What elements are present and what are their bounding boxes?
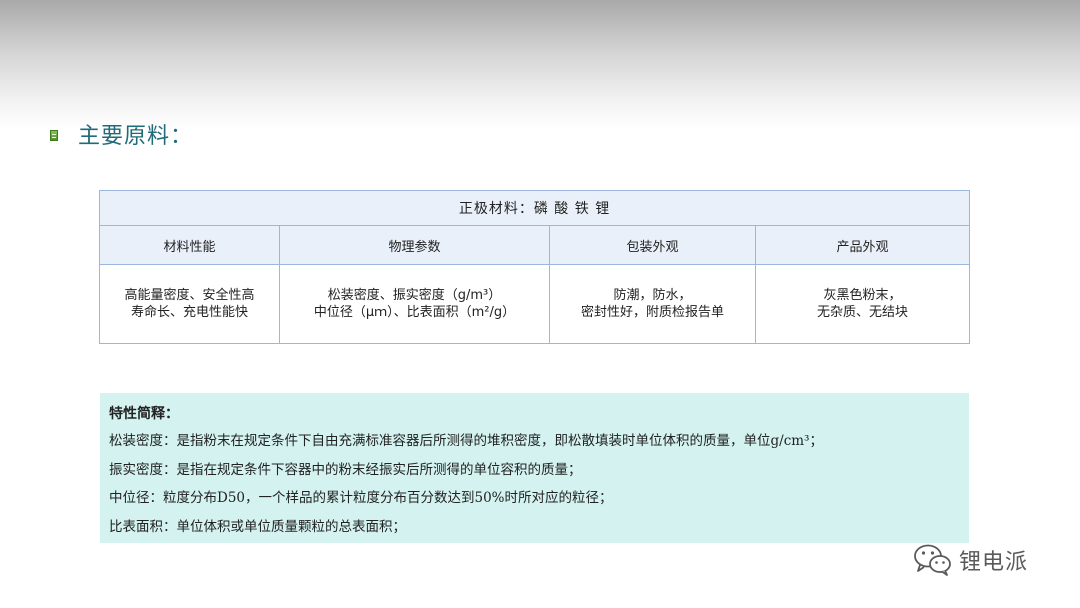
table-title-row: 正极材料：磷 酸 铁 锂 [98, 190, 971, 226]
cell-line: 防潮，防水， [613, 288, 692, 303]
cell-performance: 高能量密度、安全性高 寿命长、充电性能快 [99, 264, 280, 344]
table-header-row: 材料性能 物理参数 包装外观 产品外观 [99, 225, 971, 265]
column-header-performance: 材料性能 [99, 225, 280, 265]
cell-physical-params: 松装密度、振实密度（g/m³） 中位径（μｍ）、比表面积（m²/g） [279, 264, 550, 344]
material-spec-table: 正极材料：磷 酸 铁 锂 材料性能 物理参数 包装外观 产品外观 高能量密度、安… [98, 190, 971, 344]
column-header-appearance: 产品外观 [754, 225, 971, 265]
cell-line: 密封性好，附质检报告单 [580, 305, 724, 320]
cell-appearance: 灰黑色粉末， 无杂质、无结块 [754, 264, 971, 344]
table-row: 高能量密度、安全性高 寿命长、充电性能快 松装密度、振实密度（g/m³） 中位径… [99, 264, 971, 344]
cell-line: 高能量密度、安全性高 [124, 288, 255, 303]
note-line-specific-surface: 比表面积：单位体积或单位质量颗粒的总表面积； [109, 518, 406, 535]
watermark: 锂电派 [913, 540, 1028, 580]
cell-packaging: 防潮，防水， 密封性好，附质检报告单 [549, 264, 756, 344]
cell-line: 寿命长、充电性能快 [130, 305, 248, 320]
note-line-median-diameter: 中位径：粒度分布D50，一个样品的累计粒度分布百分数达到50%时所对应的粒径； [109, 490, 613, 507]
notes-box: 特性简释： 松装密度：是指粉末在规定条件下自由充满标准容器后所测得的堆积密度，即… [100, 393, 969, 543]
table-title: 正极材料：磷 酸 铁 锂 [98, 190, 971, 226]
column-header-physical-params: 物理参数 [279, 225, 550, 265]
section-heading: 主要原料： [50, 118, 193, 150]
bullet-icon [50, 129, 58, 141]
watermark-text: 锂电派 [959, 550, 1029, 575]
top-gradient-banner [0, 0, 1080, 130]
cell-line: 无杂质、无结块 [817, 305, 909, 320]
cell-line: 中位径（μｍ）、比表面积（m²/g） [313, 305, 516, 320]
note-line-tap-density: 振实密度：是指在规定条件下容器中的粉末经振实后所测得的单位容积的质量； [109, 461, 582, 478]
column-header-packaging: 包装外观 [549, 225, 756, 265]
notes-title: 特性简释： [109, 406, 179, 422]
note-line-bulk-density: 松装密度：是指粉末在规定条件下自由充满标准容器后所测得的堆积密度，即松散填装时单… [109, 433, 823, 449]
cell-line: 灰黑色粉末， [823, 288, 902, 303]
wechat-icon [914, 544, 951, 576]
heading-text: 主要原料： [78, 124, 194, 149]
cell-line: 松装密度、振实密度（g/m³） [327, 288, 502, 303]
